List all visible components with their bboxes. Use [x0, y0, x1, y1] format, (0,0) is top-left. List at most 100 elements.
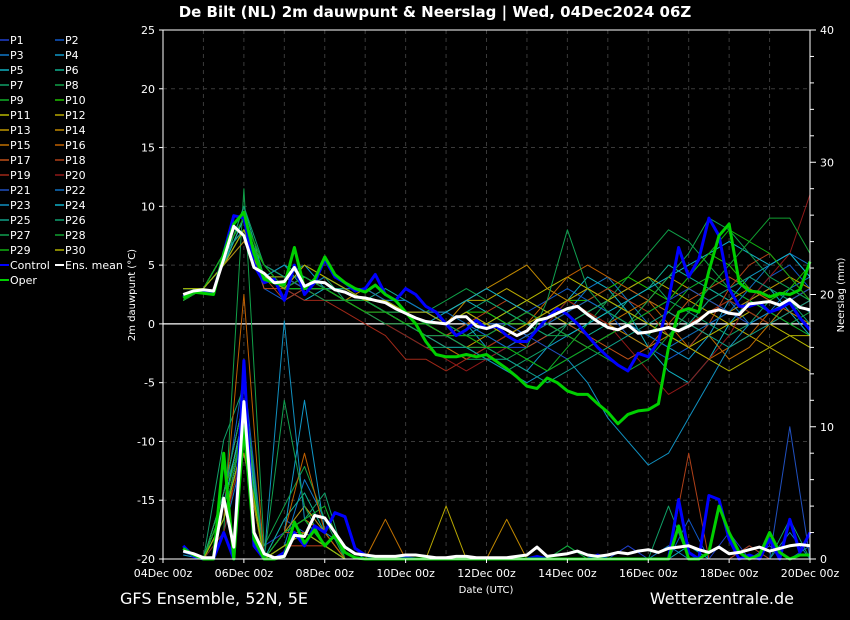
legend-label: P13 — [10, 124, 31, 137]
y-tick-label: 15 — [141, 142, 155, 155]
legend-item: P11 — [0, 109, 31, 122]
ensemble-chart: De Bilt (NL) 2m dauwpunt & Neerslag | We… — [0, 3, 847, 608]
legend-label: P2 — [65, 34, 79, 47]
x-tick-label: 14Dec 00z — [538, 567, 597, 580]
legend-item: Ens. mean — [55, 259, 123, 272]
legend-item: P2 — [55, 34, 79, 47]
legend-label: P29 — [10, 244, 31, 257]
legend-item: P29 — [0, 244, 31, 257]
precip-line-p13 — [183, 399, 810, 560]
y-tick-label: 25 — [141, 24, 155, 37]
legend-label: P28 — [65, 229, 86, 242]
legend-item: P7 — [0, 79, 24, 92]
legend-label: P12 — [65, 109, 86, 122]
legend-label: P4 — [65, 49, 79, 62]
legend-label: P8 — [65, 79, 79, 92]
legend-item: P13 — [0, 124, 31, 137]
legend-label: Oper — [10, 274, 37, 287]
legend-label: P14 — [65, 124, 86, 137]
legend-label: P27 — [10, 229, 31, 242]
legend-label: P17 — [10, 154, 31, 167]
legend-label: P10 — [65, 94, 86, 107]
legend-item: Control — [0, 259, 50, 272]
legend-item: P24 — [55, 199, 86, 212]
legend-label: P19 — [10, 169, 31, 182]
legend-item: P21 — [0, 184, 31, 197]
legend-label: P16 — [65, 139, 86, 152]
legend-label: P6 — [65, 64, 79, 77]
y2-tick-label: 0 — [820, 553, 827, 566]
legend-item: P9 — [0, 94, 24, 107]
precip-line-p14 — [183, 452, 810, 560]
legend: P1 P2 P3 P4 P5 P6 P7 P8 P9 P10 P11 P12 P13 P14 P15 P16 P… — [0, 34, 123, 287]
legend-label: P23 — [10, 199, 31, 212]
legend-item: P6 — [55, 64, 79, 77]
y-axis-label: 2m dauwpunt (°C) — [127, 249, 138, 341]
legend-item: Oper — [0, 274, 37, 287]
precip-line-p26 — [183, 399, 810, 560]
chart-title: De Bilt (NL) 2m dauwpunt & Neerslag | We… — [179, 3, 692, 22]
y2-tick-label: 40 — [820, 24, 834, 37]
legend-item: P17 — [0, 154, 31, 167]
legend-label: P11 — [10, 109, 31, 122]
footer-source: GFS Ensemble, 52N, 5E — [120, 589, 308, 608]
x-tick-label: 10Dec 00z — [376, 567, 435, 580]
x-tick-label: 06Dec 00z — [215, 567, 274, 580]
legend-item: P26 — [55, 214, 86, 227]
legend-label: P15 — [10, 139, 31, 152]
legend-item: P27 — [0, 229, 31, 242]
y-tick-label: 20 — [141, 83, 155, 96]
legend-item: P25 — [0, 214, 31, 227]
legend-item: P28 — [55, 229, 86, 242]
legend-item: P14 — [55, 124, 86, 137]
legend-item: P4 — [55, 49, 79, 62]
legend-item: P18 — [55, 154, 86, 167]
legend-label: P18 — [65, 154, 86, 167]
x-tick-label: 08Dec 00z — [295, 567, 354, 580]
y-tick-label: 5 — [148, 259, 155, 272]
legend-label: P24 — [65, 199, 86, 212]
y-tick-label: -15 — [137, 494, 155, 507]
y-tick-label: 0 — [148, 318, 155, 331]
legend-label: P20 — [65, 169, 86, 182]
legend-label: P9 — [10, 94, 24, 107]
legend-item: P15 — [0, 139, 31, 152]
y2-tick-label: 20 — [820, 289, 834, 302]
y-tick-label: 10 — [141, 200, 155, 213]
temp-lines — [182, 194, 812, 466]
legend-item: P1 — [0, 34, 24, 47]
legend-label: P21 — [10, 184, 31, 197]
x-tick-label: 16Dec 00z — [619, 567, 678, 580]
legend-label: P3 — [10, 49, 24, 62]
x-tick-label: 12Dec 00z — [457, 567, 516, 580]
legend-item: P8 — [55, 79, 79, 92]
y-tick-label: -20 — [137, 553, 155, 566]
x-tick-label: 20Dec 00z — [781, 567, 840, 580]
y2-tick-label: 30 — [820, 156, 834, 169]
precip-line-p4 — [183, 399, 810, 560]
legend-item: P19 — [0, 169, 31, 182]
precip-line-p27 — [183, 399, 810, 560]
y2-tick-label: 10 — [820, 421, 834, 434]
legend-label: P25 — [10, 214, 31, 227]
legend-label: P30 — [65, 244, 86, 257]
legend-label: Ens. mean — [65, 259, 123, 272]
legend-item: P30 — [55, 244, 86, 257]
legend-label: P5 — [10, 64, 24, 77]
legend-item: P23 — [0, 199, 31, 212]
legend-label: P1 — [10, 34, 24, 47]
footer-site: Wetterzentrale.de — [650, 589, 794, 608]
y-tick-label: -10 — [137, 435, 155, 448]
legend-label: P7 — [10, 79, 24, 92]
y2-axis-label: Neerslag (mm) — [836, 257, 847, 332]
x-tick-label: 04Dec 00z — [134, 567, 193, 580]
x-axis-label: Date (UTC) — [459, 585, 514, 596]
legend-item: P22 — [55, 184, 86, 197]
x-tick-label: 18Dec 00z — [700, 567, 759, 580]
legend-label: Control — [10, 259, 50, 272]
legend-item: P16 — [55, 139, 86, 152]
legend-item: P5 — [0, 64, 24, 77]
legend-item: P3 — [0, 49, 24, 62]
legend-item: P10 — [55, 94, 86, 107]
legend-item: P20 — [55, 169, 86, 182]
